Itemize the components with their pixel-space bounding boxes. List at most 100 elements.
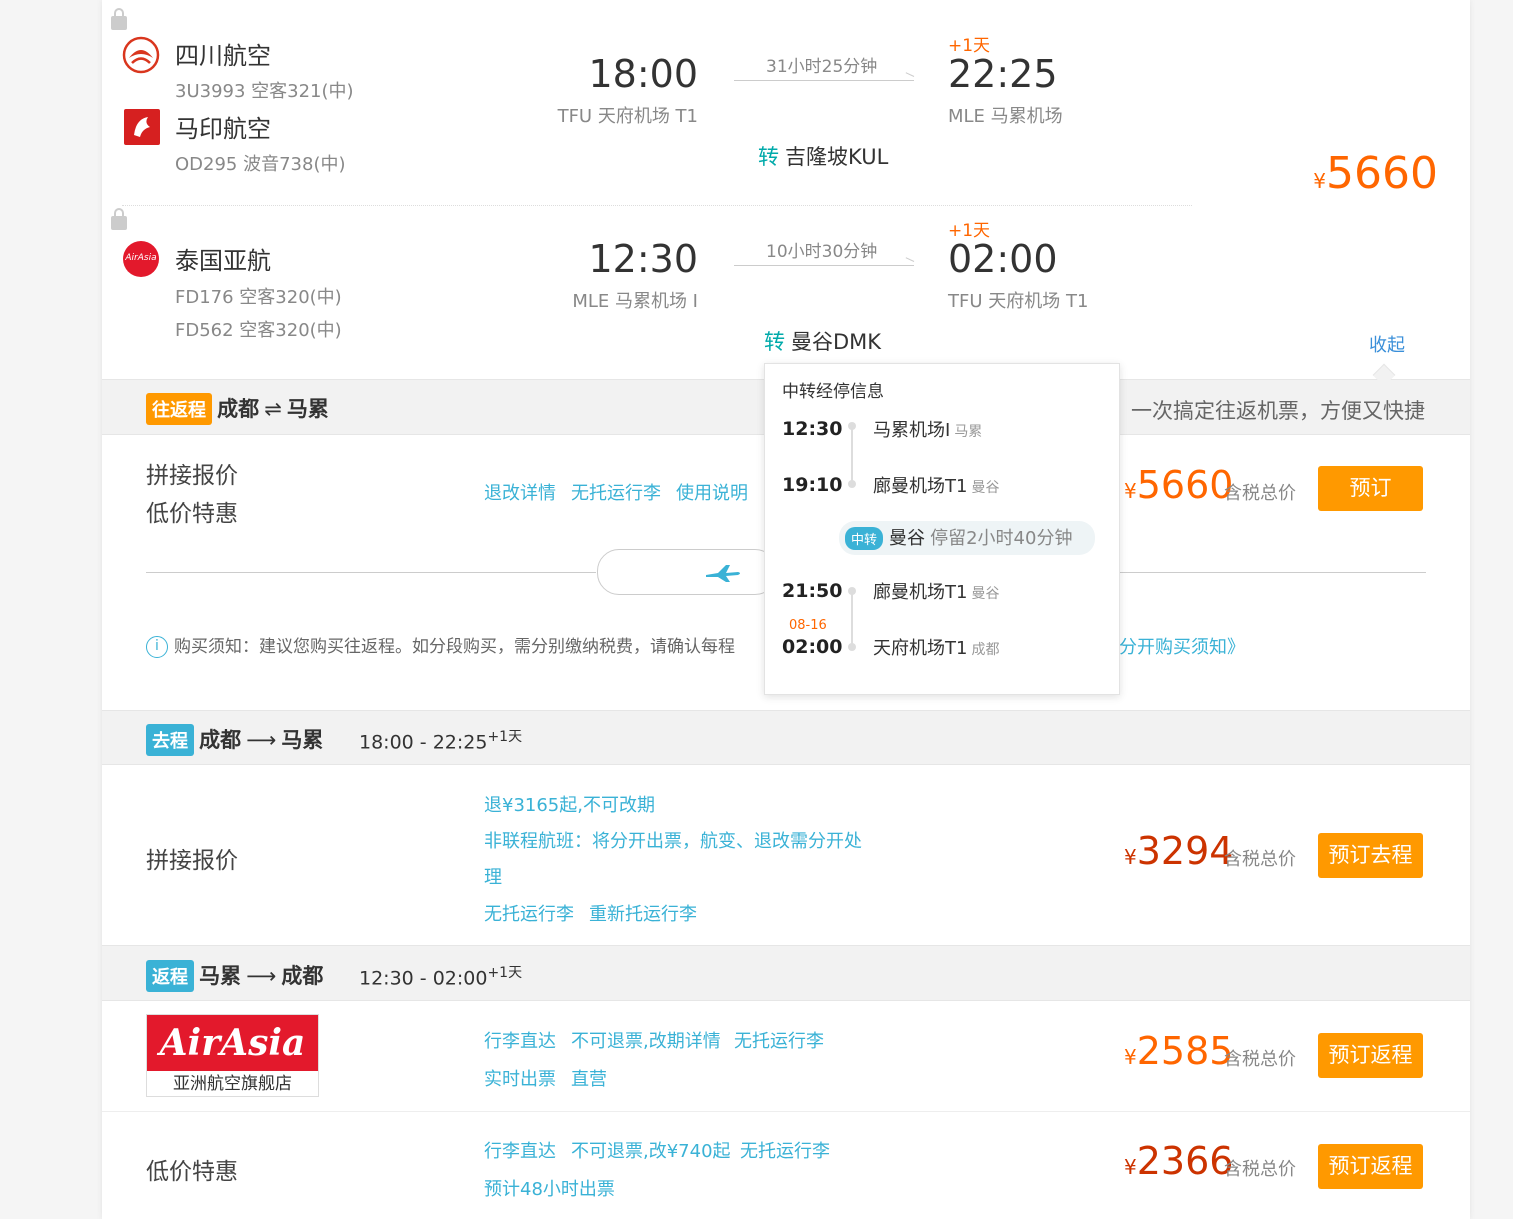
back-title: 返程 马累 ⟶ 成都 bbox=[146, 960, 323, 992]
airasia-logo: AirAsia bbox=[122, 240, 160, 278]
airline-name: 泰国亚航 bbox=[175, 247, 271, 275]
arrival-date: 08-16 bbox=[789, 618, 827, 633]
flight-number[interactable]: 3U3993 空客321(中) bbox=[175, 77, 354, 103]
go-times: 18:00 - 22:25+1天 bbox=[359, 729, 523, 754]
purchase-notice: i 购买须知：建议您购买往返程。如分段购买，需分别缴纳税费，请确认每程 bbox=[146, 632, 735, 658]
duration-arrow bbox=[734, 80, 914, 81]
segment-time: 02:00 bbox=[782, 636, 843, 658]
segment-airport: 廊曼机场T1 曼谷 bbox=[873, 476, 1000, 497]
timeline-dot bbox=[848, 480, 856, 488]
no-baggage-link[interactable]: 无托运行李 bbox=[734, 1027, 824, 1053]
flight-duration: 31小时25分钟 bbox=[766, 57, 878, 77]
roundtrip-price: ¥5660 bbox=[1124, 463, 1234, 507]
non-joint-flight-notice[interactable]: 非联程航班：将分开出票，航变、退改需分开处 bbox=[484, 827, 862, 853]
no-baggage-link[interactable]: 无托运行李 bbox=[484, 900, 574, 926]
summary-price: ¥5660 bbox=[1313, 148, 1438, 199]
divider bbox=[146, 572, 596, 573]
back-tag: 返程 bbox=[146, 960, 194, 992]
swap-arrows-icon: ⇌ bbox=[264, 397, 282, 421]
timeline-line bbox=[851, 426, 853, 484]
direct-sale-link[interactable]: 直营 bbox=[571, 1065, 607, 1091]
expand-search-box[interactable] bbox=[597, 549, 777, 595]
departure-time: 18:00 bbox=[588, 52, 698, 96]
svg-text:AirAsia: AirAsia bbox=[124, 253, 156, 263]
baggage-direct-link[interactable]: 行李直达 bbox=[484, 1137, 556, 1163]
refund-details-link[interactable]: 退改详情 bbox=[484, 479, 556, 505]
instant-ticket-link[interactable]: 实时出票 bbox=[484, 1065, 556, 1091]
flight-number[interactable]: FD562 空客320(中) bbox=[175, 316, 342, 342]
quote-label: 低价特惠 bbox=[146, 501, 238, 527]
segment-airport: 马累机场I 马累 bbox=[873, 420, 983, 441]
airline-name: 四川航空 bbox=[175, 42, 271, 70]
go-header: 去程 成都 ⟶ 马累 18:00 - 22:25+1天 bbox=[102, 710, 1470, 765]
baggage-direct-link[interactable]: 行李直达 bbox=[484, 1027, 556, 1053]
quote-label: 低价特惠 bbox=[146, 1159, 238, 1185]
airasia-store-logo[interactable]: AirAsia 亚洲航空旗舰店 bbox=[146, 1014, 319, 1097]
book-back-button[interactable]: 预订返程 bbox=[1318, 1033, 1423, 1078]
separate-purchase-link[interactable]: 分开购买须知》 bbox=[1119, 633, 1245, 659]
back-header: 返程 马累 ⟶ 成都 12:30 - 02:00+1天 bbox=[102, 945, 1470, 1001]
usage-link[interactable]: 使用说明 bbox=[676, 479, 748, 505]
transfer-label: 转 bbox=[758, 145, 779, 169]
no-refund-link[interactable]: 不可退票,改¥740起 bbox=[571, 1137, 731, 1163]
departure-airport: TFU 天府机场 T1 bbox=[557, 106, 698, 127]
airline-name: 马印航空 bbox=[175, 115, 271, 143]
timeline-dot bbox=[848, 643, 856, 651]
arrival-time: 22:25 bbox=[948, 52, 1058, 96]
no-refund-link[interactable]: 不可退票,改期详情 bbox=[571, 1027, 721, 1053]
segment-airport: 廊曼机场T1 曼谷 bbox=[873, 582, 1000, 603]
book-button[interactable]: 预订 bbox=[1318, 466, 1423, 511]
popup-title: 中转经停信息 bbox=[782, 382, 884, 402]
segment-time: 19:10 bbox=[782, 474, 843, 496]
go-price: ¥3294 bbox=[1124, 829, 1234, 873]
info-icon: i bbox=[146, 636, 168, 658]
flight-number[interactable]: FD176 空客320(中) bbox=[175, 283, 342, 309]
quote-label: 拼接报价 bbox=[146, 848, 238, 874]
book-go-button[interactable]: 预订去程 bbox=[1318, 833, 1423, 878]
arrow-right-icon: ⟶ bbox=[246, 728, 277, 752]
stopover-info: 中转 曼谷 停留2小时40分钟 bbox=[839, 521, 1095, 555]
tax-label: 含税总价 bbox=[1224, 1159, 1296, 1180]
malindo-air-logo bbox=[124, 109, 160, 145]
divider bbox=[122, 205, 1192, 206]
transfer-info[interactable]: 转曼谷DMK bbox=[764, 326, 881, 356]
roundtrip-slogan: 一次搞定往返机票，方便又快捷 bbox=[1131, 399, 1425, 423]
transfer-city: 曼谷DMK bbox=[791, 330, 882, 354]
ticketing-time-link[interactable]: 预计48小时出票 bbox=[484, 1175, 615, 1201]
book-back-button[interactable]: 预订返程 bbox=[1318, 1144, 1423, 1189]
arrival-airport: TFU 天府机场 T1 bbox=[948, 291, 1089, 312]
airasia-wordmark: AirAsia bbox=[147, 1015, 318, 1071]
no-baggage-link[interactable]: 无托运行李 bbox=[740, 1137, 830, 1163]
divider bbox=[1119, 572, 1426, 573]
segment-airport: 天府机场T1 成都 bbox=[873, 638, 1000, 659]
tax-label: 含税总价 bbox=[1224, 849, 1296, 870]
tax-label: 含税总价 bbox=[1224, 1049, 1296, 1070]
transfer-label: 转 bbox=[764, 330, 785, 354]
arrival-airport: MLE 马累机场 bbox=[948, 106, 1063, 127]
timeline-dot bbox=[848, 422, 856, 430]
back-price: ¥2585 bbox=[1124, 1029, 1234, 1073]
timeline-dot bbox=[848, 587, 856, 595]
recheck-baggage-link[interactable]: 重新托运行李 bbox=[589, 900, 697, 926]
segment-time: 21:50 bbox=[782, 580, 843, 602]
go-title: 去程 成都 ⟶ 马累 bbox=[146, 724, 323, 756]
non-joint-flight-notice-cont[interactable]: 理 bbox=[484, 863, 502, 889]
lock-icon bbox=[111, 208, 127, 230]
refund-link[interactable]: 退¥3165起,不可改期 bbox=[484, 791, 655, 817]
no-baggage-link[interactable]: 无托运行李 bbox=[571, 479, 661, 505]
quote-label: 拼接报价 bbox=[146, 463, 238, 489]
airplane-icon bbox=[706, 565, 740, 582]
flight-duration: 10小时30分钟 bbox=[766, 242, 878, 262]
flight-number[interactable]: OD295 波音738(中) bbox=[175, 150, 346, 176]
transfer-info[interactable]: 转吉隆坡KUL bbox=[758, 141, 888, 171]
transfer-city: 吉隆坡KUL bbox=[785, 145, 889, 169]
timeline-line bbox=[851, 591, 853, 647]
back-times: 12:30 - 02:00+1天 bbox=[359, 965, 523, 990]
back-price: ¥2366 bbox=[1124, 1139, 1234, 1183]
roundtrip-tag: 往返程 bbox=[146, 393, 212, 425]
collapse-link[interactable]: 收起 bbox=[1369, 331, 1405, 357]
tax-label: 含税总价 bbox=[1224, 483, 1296, 504]
transfer-tag: 中转 bbox=[845, 527, 884, 550]
arrival-time: 02:00 bbox=[948, 237, 1058, 281]
sichuan-airlines-logo bbox=[122, 36, 160, 74]
